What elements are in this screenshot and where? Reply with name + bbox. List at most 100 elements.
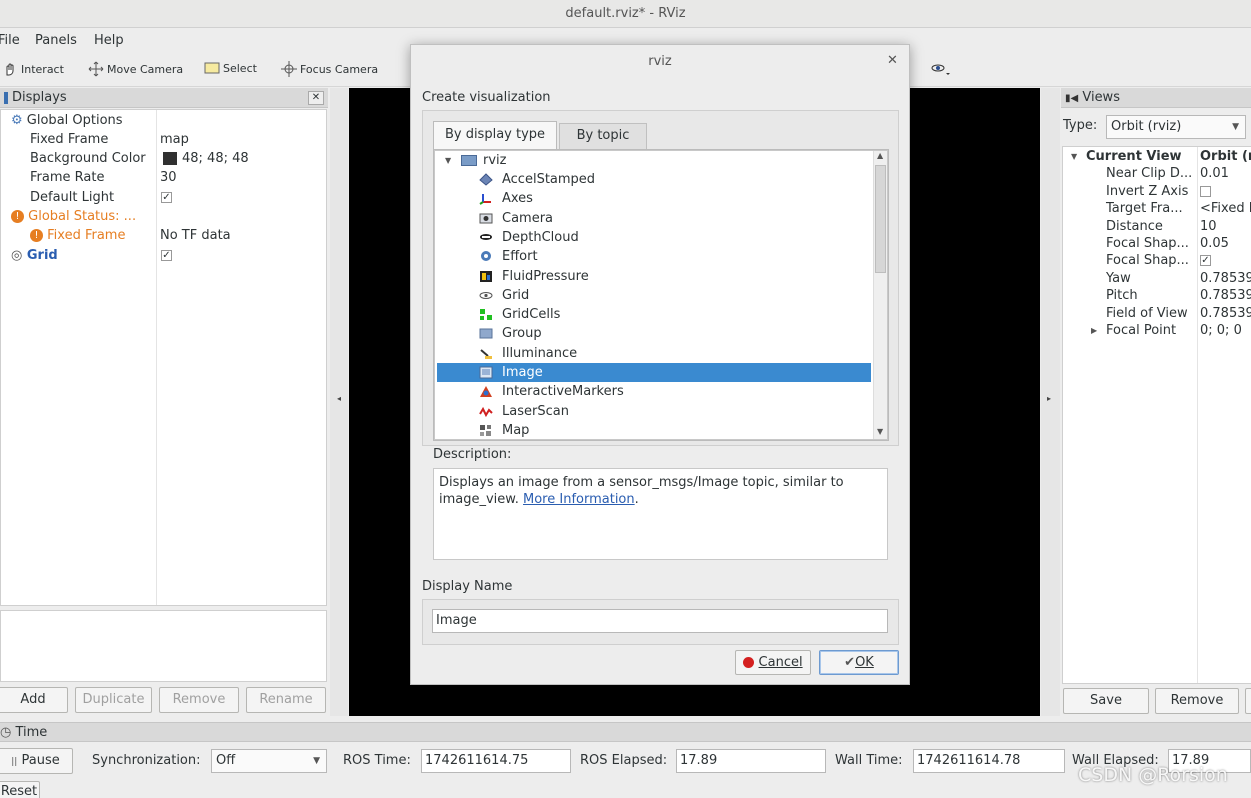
views-type-select[interactable]: Orbit (rviz) ▼ <box>1106 115 1246 139</box>
views-row-name[interactable]: Field of View <box>1106 305 1188 322</box>
more-information-link[interactable]: More Information <box>523 492 635 507</box>
tree-row-status-fixed-frame[interactable]: ! Fixed Frame <box>30 226 125 245</box>
list-item-label: Map <box>502 422 530 438</box>
pause-button[interactable]: || Pause <box>0 748 73 774</box>
gear-icon: ⚙ <box>11 113 23 128</box>
grid-eye-icon: ◎ <box>11 248 23 263</box>
focus-crosshair-icon <box>281 61 297 77</box>
fixed-frame-label: Fixed Frame <box>30 132 109 147</box>
list-item-camera[interactable]: Camera <box>437 209 871 228</box>
views-row-name[interactable]: Focal Point <box>1106 322 1176 339</box>
views-remove-button[interactable]: Remove <box>1155 688 1239 714</box>
views-row-name[interactable]: Invert Z Axis <box>1106 183 1188 200</box>
column-divider <box>1197 147 1198 683</box>
check-icon: ✓ <box>1200 255 1211 267</box>
views-row-name[interactable]: Distance <box>1106 218 1163 235</box>
views-row-name[interactable]: Near Clip D... <box>1106 165 1192 182</box>
background-color-label: Background Color <box>30 151 146 166</box>
menu-file[interactable]: File <box>0 33 20 48</box>
focus-camera-tool[interactable]: Focus Camera <box>281 61 378 77</box>
views-row-value[interactable]: 0.78539 <box>1200 287 1251 304</box>
views-row-value[interactable]: 0; 0; 0 <box>1200 322 1242 339</box>
tree-row-grid[interactable]: ◎ Grid <box>11 246 58 265</box>
wall-time-field[interactable]: 1742611614.78 <box>913 749 1065 773</box>
scrollbar-thumb[interactable] <box>875 165 886 273</box>
list-item-fluidpressure[interactable]: FluidPressure <box>437 267 871 286</box>
views-row-name[interactable]: Target Fra... <box>1106 200 1183 217</box>
views-row-value[interactable]: ✓ <box>1200 252 1211 269</box>
list-item-accelstamped[interactable]: AccelStamped <box>437 170 871 189</box>
tree-row-global-status[interactable]: ! Global Status: ... <box>11 207 136 226</box>
collapsed-arrow-icon[interactable]: ▶ <box>1091 322 1097 339</box>
frame-rate-label: Frame Rate <box>30 170 105 185</box>
background-color-value[interactable]: 48; 48; 48 <box>163 149 249 168</box>
cancel-icon <box>743 657 755 668</box>
list-item-image[interactable]: Image <box>437 363 871 382</box>
frame-rate-value[interactable]: 30 <box>160 168 177 187</box>
right-splitter[interactable]: ▸ <box>1041 88 1060 716</box>
list-item-interactivemarkers[interactable]: InteractiveMarkers <box>437 382 871 401</box>
tab-by-display-type[interactable]: By display type <box>433 121 557 149</box>
dialog-close-icon[interactable]: ✕ <box>887 53 898 68</box>
views-row-name[interactable]: Yaw <box>1106 270 1131 287</box>
list-item-depthcloud[interactable]: DepthCloud <box>437 228 871 247</box>
close-icon[interactable]: ✕ <box>308 91 324 105</box>
tree-row-global-options[interactable]: ⚙ Global Options <box>11 111 123 130</box>
list-item-map[interactable]: Map <box>437 421 871 440</box>
list-item-effort[interactable]: Effort <box>437 247 871 266</box>
reset-button[interactable]: Reset <box>0 781 40 798</box>
default-light-checkbox[interactable]: ✓ <box>161 188 172 207</box>
duplicate-button[interactable]: Duplicate <box>75 687 152 713</box>
remove-button[interactable]: Remove <box>159 687 239 713</box>
add-button[interactable]: Add <box>0 687 68 713</box>
menu-help[interactable]: Help <box>94 33 124 48</box>
interact-tool[interactable]: Interact <box>2 61 64 77</box>
ros-time-field[interactable]: 1742611614.75 <box>421 749 571 773</box>
views-row-name[interactable]: Focal Shap... <box>1106 235 1189 252</box>
left-splitter[interactable]: ◂ <box>330 88 348 716</box>
views-panel: ▮◀ Views Type: Orbit (rviz) ▼ Current Vie… <box>1061 88 1251 718</box>
fixed-frame-value[interactable]: map <box>160 130 189 149</box>
views-row-value[interactable]: Orbit (rv <box>1200 148 1251 165</box>
status-fixed-frame-label: Fixed Frame <box>47 228 126 243</box>
views-row-value[interactable]: 0.01 <box>1200 165 1229 182</box>
views-row-name[interactable]: Pitch <box>1106 287 1138 304</box>
views-row-name[interactable]: Focal Shap... <box>1106 252 1189 269</box>
description-label: Description: <box>433 447 512 462</box>
tree-root-rviz[interactable]: ▼ rviz <box>437 151 871 170</box>
grid-checkbox[interactable]: ✓ <box>161 246 172 265</box>
list-item-axes[interactable]: Axes <box>437 189 871 208</box>
sync-select[interactable]: Off ▼ <box>211 749 327 773</box>
views-title: Views <box>1082 90 1120 105</box>
list-item-grid[interactable]: Grid <box>437 286 871 305</box>
cancel-button[interactable]: Cancel <box>735 650 811 675</box>
views-row-value[interactable]: <Fixed F <box>1200 200 1251 217</box>
views-save-button[interactable]: Save <box>1063 688 1149 714</box>
list-item-laserscan[interactable]: LaserScan <box>437 402 871 421</box>
laser-scan-icon <box>479 405 493 418</box>
select-tool[interactable]: Select <box>204 61 257 75</box>
list-item-group[interactable]: Group <box>437 324 871 343</box>
views-row-value[interactable]: 0.78539 <box>1200 270 1251 287</box>
ros-elapsed-field[interactable]: 17.89 <box>676 749 826 773</box>
move-camera-tool[interactable]: Move Camera <box>88 61 183 77</box>
views-row-value[interactable]: 10 <box>1200 218 1217 235</box>
display-name-input[interactable]: Image <box>432 609 888 633</box>
window-title: default.rviz* - RViz <box>0 0 1251 28</box>
list-item-illuminance[interactable]: Illuminance <box>437 344 871 363</box>
list-scrollbar[interactable]: ▲ ▼ <box>873 151 887 439</box>
list-item-label: Image <box>502 365 543 380</box>
rename-button[interactable]: Rename <box>246 687 326 713</box>
ok-button[interactable]: ✔OK <box>819 650 899 675</box>
views-extra-button[interactable] <box>1245 688 1251 714</box>
views-row-value[interactable]: 0.05 <box>1200 235 1229 252</box>
views-row-value[interactable] <box>1200 183 1211 200</box>
menu-panels[interactable]: Panels <box>35 33 77 48</box>
views-row-value[interactable]: 0.78539 <box>1200 305 1251 322</box>
grid-label: Grid <box>26 248 58 263</box>
tab-by-topic[interactable]: By topic <box>559 123 647 149</box>
view-eye-tool[interactable] <box>930 62 950 76</box>
expand-arrow-icon[interactable]: ▼ <box>1071 148 1077 165</box>
list-item-gridcells[interactable]: GridCells <box>437 305 871 324</box>
views-row-name[interactable]: Current View <box>1086 148 1182 165</box>
